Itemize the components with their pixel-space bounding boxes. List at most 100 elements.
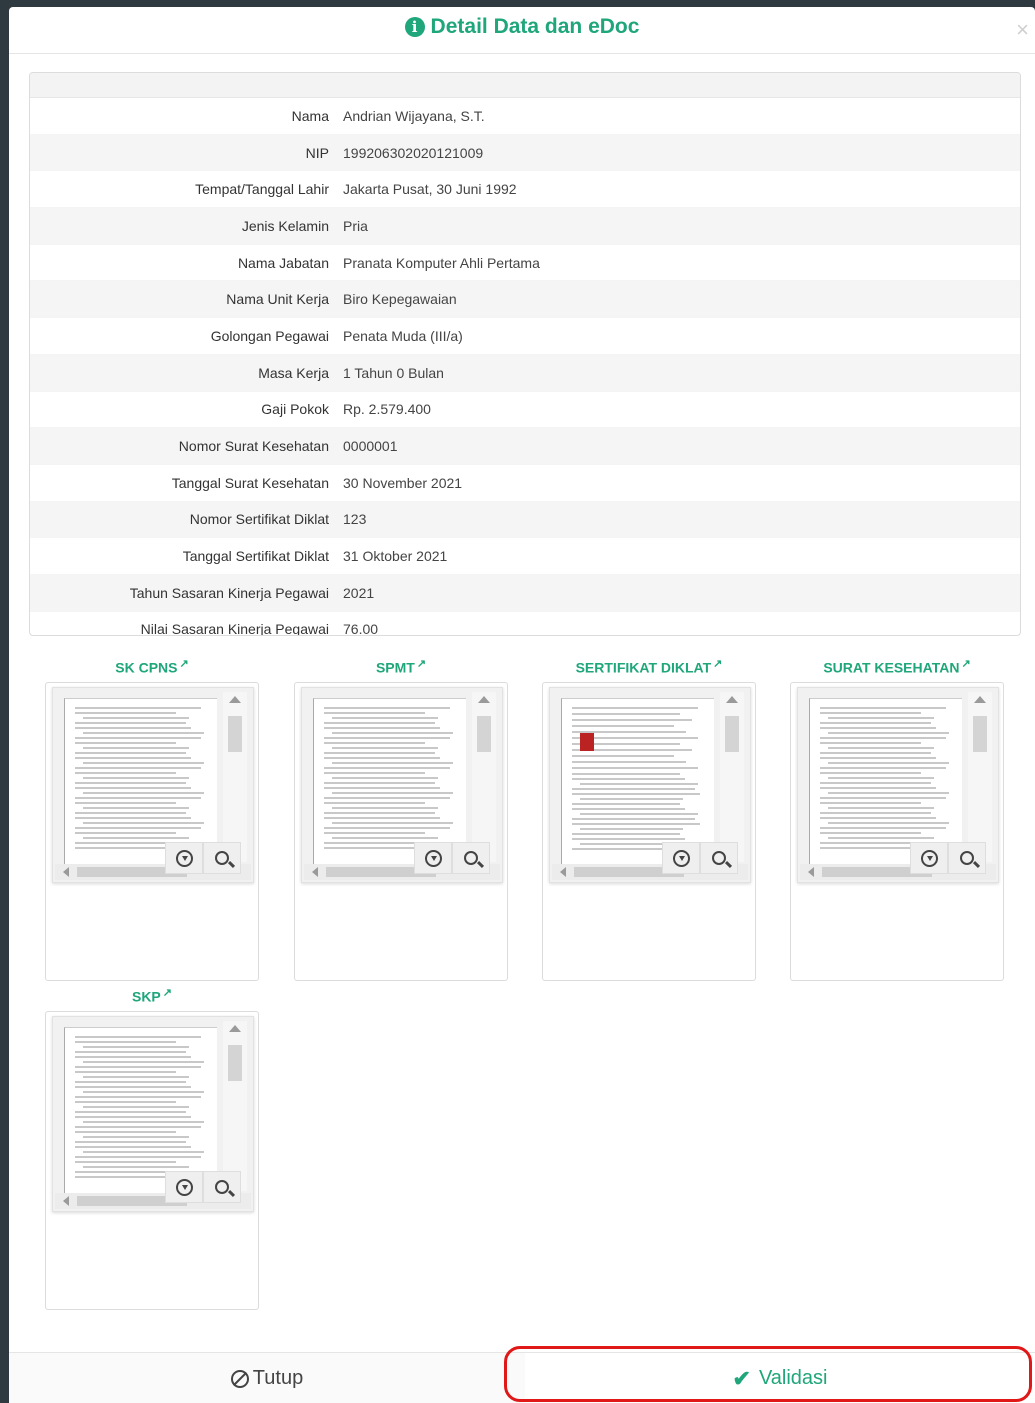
text-line: [324, 782, 435, 784]
download-button[interactable]: [165, 1171, 203, 1203]
text-line: [820, 742, 921, 744]
text-line: [75, 1051, 186, 1053]
document-page-preview: [64, 1027, 217, 1193]
zoom-button[interactable]: [203, 1171, 241, 1203]
document-link-sertifikat-diklat[interactable]: SERTIFIKAT DIKLAT ↗: [542, 657, 756, 676]
text-line: [83, 1076, 189, 1078]
ban-icon: [230, 1369, 249, 1388]
scroll-left-icon[interactable]: [63, 867, 69, 877]
detail-label: Gaji Pokok: [261, 401, 329, 418]
text-line: [828, 777, 934, 779]
document-sk-cpns: SK CPNS ↗: [45, 657, 259, 981]
scroll-thumb[interactable]: [725, 716, 739, 752]
text-line: [75, 782, 186, 784]
zoom-in-icon: [215, 1180, 229, 1194]
text-line: [828, 822, 949, 824]
pdf-viewer: [52, 1016, 254, 1212]
text-line: [572, 773, 680, 775]
document-surat-kesehatan: SURAT KESEHATAN ↗: [790, 657, 1004, 981]
text-line: [83, 807, 189, 809]
detail-label: Tanggal Surat Kesehatan: [171, 474, 329, 491]
text-line: [820, 832, 921, 834]
text-line: [332, 792, 453, 794]
download-button[interactable]: [414, 842, 452, 874]
vertical-scrollbar[interactable]: [968, 692, 992, 862]
download-button[interactable]: [910, 842, 948, 874]
vertical-scrollbar[interactable]: [720, 692, 744, 862]
detail-row: Nomor Sertifikat Diklat 123: [30, 501, 1020, 539]
document-link-sk-cpns[interactable]: SK CPNS ↗: [45, 657, 259, 676]
download-button[interactable]: [165, 842, 203, 874]
text-line: [75, 1101, 176, 1103]
detail-row: Masa Kerja 1 Tahun 0 Bulan: [30, 354, 1020, 392]
text-line: [820, 797, 946, 799]
zoom-in-icon: [960, 851, 974, 865]
text-line: [572, 778, 685, 780]
text-line: [324, 752, 435, 754]
document-link-spmt[interactable]: SPMT ↗: [294, 657, 508, 676]
text-line: [324, 827, 450, 829]
text-line: [83, 1151, 204, 1153]
text-line: [75, 752, 186, 754]
text-line: [820, 782, 931, 784]
text-line: [820, 712, 921, 714]
vertical-scrollbar[interactable]: [472, 692, 496, 862]
text-line: [75, 1086, 191, 1088]
scroll-left-icon[interactable]: [560, 867, 566, 877]
detail-row: Nama Andrian Wijayana, S.T.: [30, 98, 1020, 135]
detail-value: Jakarta Pusat, 30 Juni 1992: [343, 181, 517, 198]
close-button[interactable]: Tutup: [9, 1353, 525, 1403]
document-link-skp[interactable]: SKP ↗: [45, 986, 259, 1005]
text-line: [324, 767, 450, 769]
zoom-button[interactable]: [452, 842, 490, 874]
scroll-up-icon[interactable]: [229, 696, 241, 703]
zoom-button[interactable]: [948, 842, 986, 874]
text-line: [572, 803, 680, 805]
scroll-up-icon[interactable]: [478, 696, 490, 703]
text-line: [332, 747, 438, 749]
document-link-surat-kesehatan[interactable]: SURAT KESEHATAN ↗: [790, 657, 1004, 676]
detail-value: 76.00: [343, 621, 379, 636]
scroll-left-icon[interactable]: [63, 1196, 69, 1206]
text-line: [572, 713, 680, 715]
text-line: [75, 707, 201, 709]
text-line: [83, 1166, 189, 1168]
detail-value: Penata Muda (III/a): [343, 327, 463, 344]
validate-button[interactable]: ✔ Validasi: [525, 1353, 1035, 1403]
scroll-up-icon[interactable]: [229, 1025, 241, 1032]
external-link-icon: ↗: [162, 987, 172, 999]
download-button[interactable]: [662, 842, 700, 874]
detail-row: Tanggal Surat Kesehatan 30 November 2021: [30, 465, 1020, 502]
detail-row: Tahun Sasaran Kinerja Pegawai 2021: [30, 574, 1020, 612]
scroll-thumb[interactable]: [973, 716, 987, 752]
text-line: [75, 817, 191, 819]
scroll-thumb[interactable]: [228, 716, 242, 752]
text-line: [83, 1046, 189, 1048]
text-line: [572, 767, 698, 769]
text-line: [324, 737, 450, 739]
text-line: [83, 762, 204, 764]
scroll-left-icon[interactable]: [312, 867, 318, 877]
scroll-left-icon[interactable]: [808, 867, 814, 877]
vertical-scrollbar[interactable]: [223, 692, 247, 862]
scroll-thumb[interactable]: [477, 716, 491, 752]
text-line: [820, 737, 946, 739]
detail-label: Tempat/Tanggal Lahir: [195, 181, 329, 198]
zoom-button[interactable]: [700, 842, 738, 874]
vertical-scrollbar[interactable]: [223, 1021, 247, 1191]
text-line: [83, 1121, 204, 1123]
text-line: [580, 798, 683, 800]
scroll-up-icon[interactable]: [974, 696, 986, 703]
text-line: [572, 725, 674, 727]
zoom-button[interactable]: [203, 842, 241, 874]
scroll-thumb[interactable]: [228, 1045, 242, 1081]
text-line: [324, 787, 440, 789]
text-line: [820, 812, 931, 814]
scroll-up-icon[interactable]: [726, 696, 738, 703]
text-line: [572, 793, 700, 795]
text-line: [75, 827, 201, 829]
detail-row: Tempat/Tanggal Lahir Jakarta Pusat, 30 Ju…: [30, 171, 1020, 209]
text-line: [332, 822, 453, 824]
document-page-preview: [313, 698, 466, 864]
close-icon[interactable]: ×: [1016, 19, 1029, 41]
